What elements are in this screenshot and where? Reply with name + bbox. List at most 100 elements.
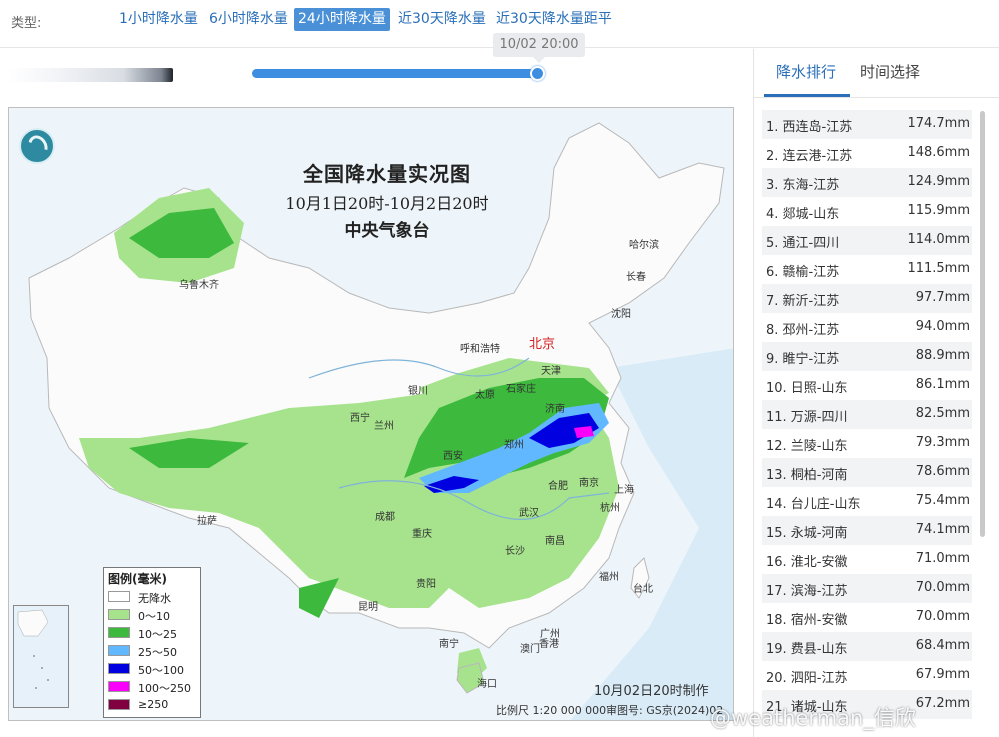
- ranking-row[interactable]: 1. 西连岛-江苏 174.7mm: [762, 110, 972, 139]
- ranking-row[interactable]: 6. 赣榆-江苏 111.5mm: [762, 255, 972, 284]
- ranking-station: 18. 宿州-安徽: [766, 613, 848, 628]
- ranking-row[interactable]: 13. 桐柏-河南 78.6mm: [762, 458, 972, 487]
- ranking-row[interactable]: 3. 东海-江苏 124.9mm: [762, 168, 972, 197]
- ranking-row[interactable]: 15. 永城-河南 74.1mm: [762, 516, 972, 545]
- city-label: 郑州: [504, 440, 524, 451]
- city-label: 成都: [375, 512, 395, 523]
- ranking-row[interactable]: 2. 连云港-江苏 148.6mm: [762, 139, 972, 168]
- city-label: 乌鲁木齐: [179, 280, 219, 291]
- ranking-value: 67.9mm: [915, 667, 970, 682]
- city-label: 西宁: [350, 413, 370, 424]
- legend-item: 无降水: [108, 590, 200, 605]
- ranking-row[interactable]: 17. 滨海-江苏 70.0mm: [762, 574, 972, 603]
- city-label: 哈尔滨: [629, 240, 659, 251]
- city-label: 济南: [545, 404, 565, 415]
- legend-item: ≥250: [108, 698, 200, 712]
- city-label: 长春: [626, 272, 646, 283]
- ranking-row[interactable]: 14. 台儿庄-山东 75.4mm: [762, 487, 972, 516]
- type-option-30d[interactable]: 近30天降水量: [394, 8, 490, 31]
- ranking-row[interactable]: 10. 日照-山东 86.1mm: [762, 371, 972, 400]
- ranking-row[interactable]: 20. 泗阳-江苏 67.9mm: [762, 661, 972, 690]
- ranking-row[interactable]: 7. 新沂-江苏 97.7mm: [762, 284, 972, 313]
- ranking-value: 78.6mm: [915, 464, 970, 479]
- ranking-value: 148.6mm: [907, 145, 970, 160]
- city-label: 天津: [541, 366, 561, 377]
- tab-precip-ranking[interactable]: 降水排行: [776, 61, 836, 82]
- ranking-station: 19. 费县-山东: [766, 642, 848, 657]
- ranking-value: 174.7mm: [907, 116, 970, 131]
- ranking-station: 5. 通江-四川: [766, 236, 840, 251]
- ranking-row[interactable]: 12. 兰陵-山东 79.3mm: [762, 429, 972, 458]
- ranking-value: 82.5mm: [915, 406, 970, 421]
- ranking-station: 8. 邳州-江苏: [766, 323, 840, 338]
- city-label: 杭州: [600, 503, 620, 514]
- ranking-row[interactable]: 4. 郯城-山东 115.9mm: [762, 197, 972, 226]
- ranking-value: 71.0mm: [915, 551, 970, 566]
- legend-item: 10～25: [108, 626, 200, 641]
- precipitation-map: 全国降水量实况图 10月1日20时-10月2日20时 中央气象台 乌鲁木齐 哈尔…: [8, 107, 734, 721]
- type-option-6h[interactable]: 6小时降水量: [205, 8, 292, 31]
- ranking-station: 15. 永城-河南: [766, 526, 848, 541]
- city-label: 海口: [477, 679, 497, 690]
- ranking-station: 14. 台儿庄-山东: [766, 497, 861, 512]
- legend-swatch: [108, 645, 130, 656]
- legend-swatch: [108, 663, 130, 674]
- ranking-value: 68.4mm: [915, 638, 970, 653]
- city-label: 西安: [443, 451, 463, 462]
- type-option-1h[interactable]: 1小时降水量: [115, 8, 202, 31]
- ranking-scrollbar[interactable]: [980, 111, 985, 537]
- ranking-value: 115.9mm: [907, 203, 970, 218]
- city-label-capital: 北京: [529, 337, 556, 352]
- type-option-24h[interactable]: 24小时降水量: [294, 8, 390, 31]
- map-legend: 图例(毫米) 无降水 0～10 10～25 25～50 50～100 100～2…: [103, 567, 201, 718]
- ranking-row[interactable]: 11. 万源-四川 82.5mm: [762, 400, 972, 429]
- city-label: 合肥: [548, 481, 568, 492]
- ranking-value: 70.0mm: [915, 609, 970, 624]
- ranking-station: 2. 连云港-江苏: [766, 149, 853, 164]
- type-option-30d-anomaly[interactable]: 近30天降水量距平: [492, 8, 616, 31]
- legend-label: ≥250: [138, 698, 169, 711]
- map-subtitle: 10月1日20时-10月2日20时: [285, 194, 489, 213]
- ranking-value: 86.1mm: [915, 377, 970, 392]
- ranking-station: 12. 兰陵-山东: [766, 439, 848, 454]
- ranking-station: 7. 新沂-江苏: [766, 294, 840, 309]
- legend-label: 50～100: [138, 664, 184, 677]
- ranking-station: 13. 桐柏-河南: [766, 468, 848, 483]
- city-label: 香港: [539, 639, 559, 650]
- ranking-list[interactable]: 1. 西连岛-江苏 174.7mm 2. 连云港-江苏 148.6mm 3. 东海-江苏…: [762, 110, 972, 735]
- legend-swatch: [108, 591, 130, 602]
- ranking-row[interactable]: 19. 费县-山东 68.4mm: [762, 632, 972, 661]
- ranking-station: 1. 西连岛-江苏: [766, 120, 853, 135]
- time-slider-handle[interactable]: [530, 66, 545, 81]
- ranking-station: 4. 郯城-山东: [766, 207, 840, 222]
- time-slider-track[interactable]: [252, 69, 539, 78]
- tab-time-select[interactable]: 时间选择: [860, 61, 920, 82]
- ranking-station: 9. 睢宁-江苏: [766, 352, 840, 367]
- city-label: 福州: [599, 572, 619, 583]
- ranking-row[interactable]: 16. 淮北-安徽 71.0mm: [762, 545, 972, 574]
- ranking-value: 75.4mm: [915, 493, 970, 508]
- ranking-value: 94.0mm: [915, 319, 970, 334]
- ranking-station: 16. 淮北-安徽: [766, 555, 848, 570]
- legend-swatch: [108, 681, 130, 692]
- legend-label: 0～10: [138, 610, 170, 623]
- ranking-value: 79.3mm: [915, 435, 970, 450]
- legend-swatch: [108, 609, 130, 620]
- city-label: 长沙: [505, 546, 525, 557]
- ranking-row[interactable]: 5. 通江-四川 114.0mm: [762, 226, 972, 255]
- type-label: 类型:: [11, 16, 42, 31]
- ranking-station: 11. 万源-四川: [766, 410, 848, 425]
- ranking-row[interactable]: 8. 邳州-江苏 94.0mm: [762, 313, 972, 342]
- active-tab-underline: [764, 94, 850, 97]
- ranking-row[interactable]: 9. 睢宁-江苏 88.9mm: [762, 342, 972, 371]
- legend-label: 100～250: [138, 682, 191, 695]
- slider-time-tooltip: 10/02 20:00: [493, 33, 585, 63]
- legend-title: 图例(毫米): [108, 572, 167, 586]
- city-label: 呼和浩特: [460, 344, 500, 355]
- legend-item: 50～100: [108, 662, 200, 677]
- ranking-row[interactable]: 18. 宿州-安徽 70.0mm: [762, 603, 972, 632]
- ranking-station: 3. 东海-江苏: [766, 178, 840, 193]
- ranking-station: 10. 日照-山东: [766, 381, 848, 396]
- city-label: 兰州: [374, 421, 394, 432]
- ranking-value: 70.0mm: [915, 580, 970, 595]
